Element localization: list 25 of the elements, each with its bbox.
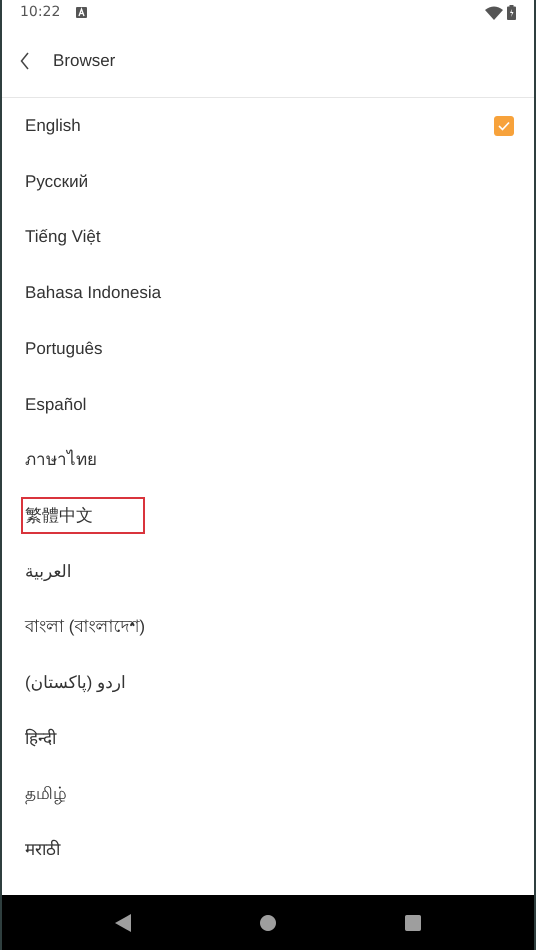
language-option[interactable]: বাংলা (বাংলাদেশ) bbox=[21, 608, 154, 646]
language-option[interactable]: 繁體中文 bbox=[21, 496, 145, 534]
language-option[interactable]: हिन्दी bbox=[21, 720, 64, 758]
notification-icon bbox=[76, 7, 88, 18]
language-option[interactable]: العربية bbox=[21, 552, 80, 590]
language-option[interactable]: Español bbox=[21, 386, 94, 424]
language-option[interactable]: ภาษาไทย bbox=[21, 441, 105, 479]
checkbox[interactable] bbox=[494, 116, 514, 136]
recents-nav-icon[interactable] bbox=[405, 914, 422, 930]
back-nav-icon[interactable] bbox=[114, 914, 131, 932]
home-nav-icon[interactable] bbox=[260, 914, 276, 930]
battery-icon bbox=[507, 5, 516, 20]
language-option[interactable]: Tiếng Việt bbox=[21, 218, 109, 256]
language-option[interactable]: मराठी bbox=[21, 831, 68, 869]
wifi-icon bbox=[485, 6, 503, 20]
status-time: 10:22 bbox=[20, 3, 60, 22]
language-option[interactable]: اردو (پاکستان) bbox=[21, 664, 134, 702]
language-option[interactable]: English bbox=[21, 107, 89, 145]
language-option[interactable]: Русский bbox=[21, 162, 96, 200]
language-option[interactable]: Português bbox=[21, 330, 110, 368]
check-icon bbox=[498, 120, 510, 131]
back-icon[interactable] bbox=[20, 52, 29, 70]
language-option[interactable]: தமிழ் bbox=[21, 775, 75, 813]
page-title: Browser bbox=[53, 50, 116, 72]
language-option[interactable]: Bahasa Indonesia bbox=[21, 274, 170, 312]
